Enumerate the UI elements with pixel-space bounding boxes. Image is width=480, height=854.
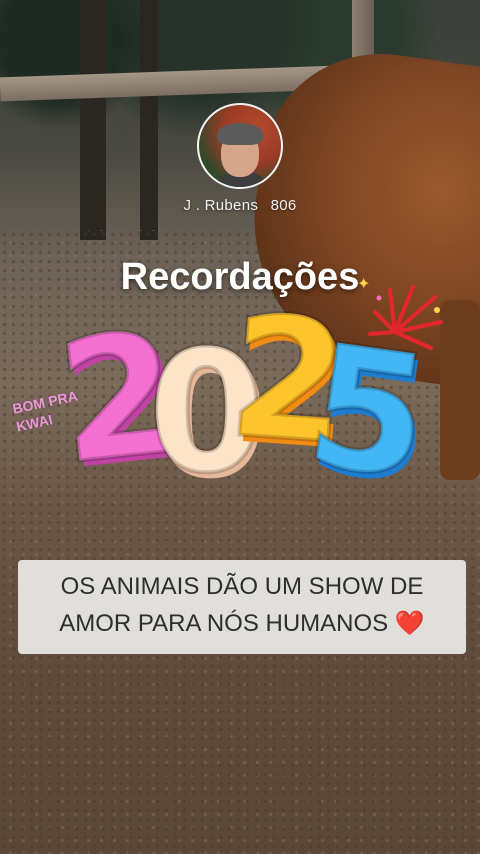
profile-count: 806 (270, 197, 297, 214)
profile-name: J . Rubens (183, 197, 259, 214)
caption-line: OS ANIMAIS DÃO UM SHOW DE (60, 573, 424, 600)
caption-text: AMOR PARA NÓS HUMANOS (59, 610, 389, 637)
heart-icon: ❤️ (394, 610, 425, 637)
caption-box: OS ANIMAIS DÃO UM SHOW DE AMOR PARA NÓS … (18, 560, 466, 654)
profile-avatar[interactable] (197, 103, 283, 189)
avatar-hair (217, 123, 263, 145)
firework-icon (368, 285, 443, 350)
caption-line-2: AMOR PARA NÓS HUMANOS ❤️ (28, 605, 456, 642)
profile-info[interactable]: J . Rubens 806 (0, 197, 480, 214)
